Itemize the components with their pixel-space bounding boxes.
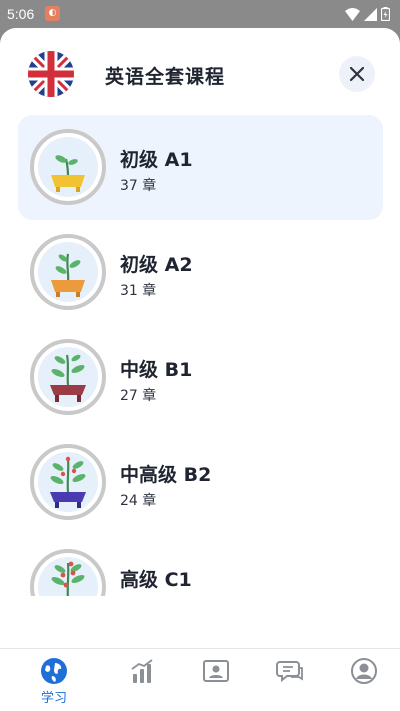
course-item-b1[interactable]: 中级 B1 27 章 — [18, 325, 383, 430]
nav-account[interactable] — [334, 649, 394, 711]
young-plant-pot-icon — [38, 242, 98, 302]
course-list: 初级 A1 37 章 初级 A2 31 章 中级 B1 27 章 中高级 B2 … — [0, 114, 400, 596]
course-sheet: 英语全套课程 初级 A1 37 章 初级 A2 31 章 中级 B1 27 章 … — [0, 28, 400, 711]
signal-icon — [364, 7, 377, 21]
course-name: 高级 C1 — [120, 569, 192, 591]
nav-profile-card[interactable] — [186, 649, 246, 711]
course-thumbnail — [30, 444, 106, 520]
course-item-b2[interactable]: 中高级 B2 24 章 — [18, 430, 383, 535]
sheet-title: 英语全套课程 — [105, 66, 226, 88]
chat-icon — [276, 661, 303, 683]
close-icon — [350, 67, 364, 81]
battery-icon — [381, 7, 390, 21]
course-chapter-count: 31 章 — [120, 283, 157, 299]
close-button[interactable] — [339, 56, 375, 92]
course-name: 中级 B1 — [120, 359, 193, 381]
bottom-nav: 学习 — [0, 648, 400, 711]
system-icons — [345, 7, 390, 21]
wifi-icon — [345, 7, 360, 21]
leafy-plant-pot-icon — [38, 347, 98, 407]
course-name: 中高级 B2 — [120, 464, 212, 486]
course-chapter-count: 27 章 — [120, 388, 157, 404]
uk-flag-icon — [28, 51, 74, 97]
nav-progress[interactable] — [113, 649, 173, 711]
flowering-plant-pot-icon — [38, 557, 98, 596]
course-item-c1[interactable]: 高级 C1 — [18, 535, 383, 596]
profile-card-icon — [203, 660, 229, 682]
nav-chat[interactable] — [260, 649, 320, 711]
course-chapter-count: 24 章 — [120, 493, 157, 509]
course-item-a1[interactable]: 初级 A1 37 章 — [18, 115, 383, 220]
course-chapter-count: 37 章 — [120, 178, 157, 194]
seedling-pot-icon — [38, 137, 98, 197]
user-icon — [351, 658, 377, 684]
course-name: 初级 A1 — [120, 149, 193, 171]
globe-icon — [41, 658, 67, 684]
nav-learn-label: 学习 — [40, 691, 67, 706]
status-time: 5:06 — [7, 6, 35, 22]
course-thumbnail — [30, 234, 106, 310]
budding-plant-pot-icon — [38, 452, 98, 512]
chart-icon — [131, 659, 153, 683]
sheet-header: 英语全套课程 — [0, 28, 400, 116]
course-name: 初级 A2 — [120, 254, 193, 276]
nav-learn[interactable]: 学习 — [24, 649, 84, 711]
course-item-a2[interactable]: 初级 A2 31 章 — [18, 220, 383, 325]
course-thumbnail — [30, 549, 106, 596]
status-bar: 5:06 ◐ — [0, 0, 400, 28]
course-thumbnail — [30, 339, 106, 415]
app-notification-icon: ◐ — [45, 6, 60, 21]
course-thumbnail — [30, 129, 106, 205]
